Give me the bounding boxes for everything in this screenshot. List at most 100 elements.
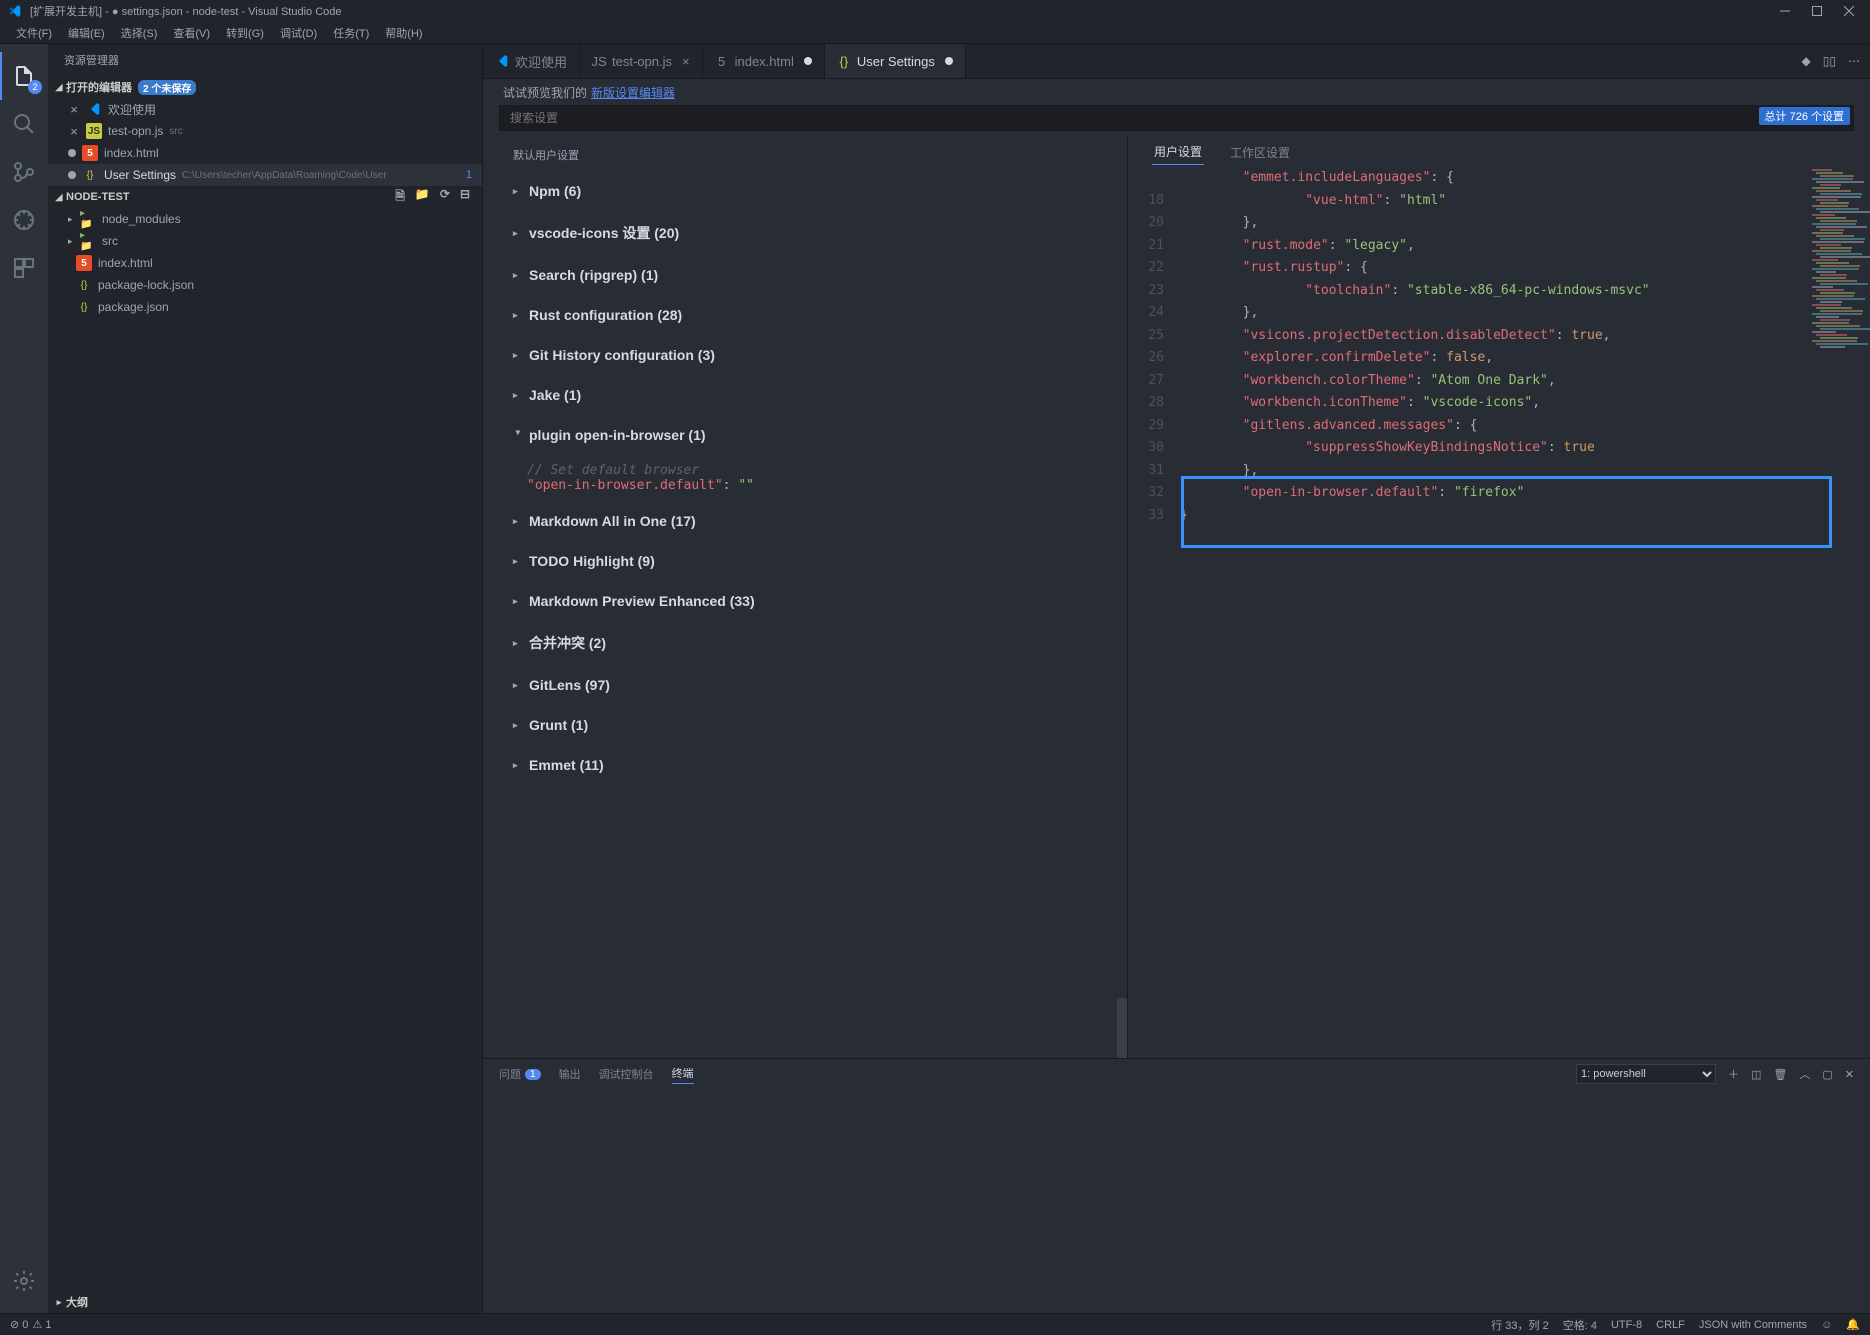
explorer-icon[interactable]: 2 [0, 52, 48, 100]
settings-section-header[interactable]: ▸TODO Highlight (9) [513, 541, 1117, 581]
settings-section-header[interactable]: ▸Emmet (11) [513, 745, 1117, 785]
menu-item[interactable]: 选择(S) [113, 23, 166, 43]
split-terminal-icon[interactable]: ◫ [1751, 1068, 1761, 1081]
code-line[interactable]: }, [1180, 460, 1870, 483]
notifications-icon[interactable]: 🔔 [1846, 1318, 1860, 1331]
line-column-status[interactable]: 行 33，列 2 [1491, 1317, 1548, 1333]
debug-icon[interactable] [0, 196, 48, 244]
settings-section-header[interactable]: ▸Markdown Preview Enhanced (33) [513, 581, 1117, 621]
close-editor-icon[interactable]: × [68, 124, 80, 139]
warnings-status[interactable]: ⚠ 1 [32, 1318, 51, 1331]
editor-tab[interactable]: {}User Settings [825, 44, 966, 78]
search-icon[interactable] [0, 100, 48, 148]
open-editor-item[interactable]: {}User SettingsC:\Users\techer\AppData\R… [48, 164, 482, 186]
eol-status[interactable]: CRLF [1656, 1319, 1685, 1331]
code-line[interactable]: } [1180, 505, 1870, 528]
panel-up-icon[interactable]: ︿ [1799, 1066, 1810, 1082]
code-line[interactable]: "rust.rustup": { [1180, 257, 1870, 280]
code-line[interactable]: "workbench.colorTheme": "Atom One Dark", [1180, 370, 1870, 393]
more-icon[interactable]: ⋯ [1848, 54, 1860, 68]
menu-item[interactable]: 查看(V) [165, 23, 218, 43]
output-tab[interactable]: 输出 [559, 1066, 581, 1082]
collapse-icon[interactable]: ⊟ [460, 187, 470, 208]
menu-item[interactable]: 编辑(E) [60, 23, 113, 43]
settings-search-input[interactable] [499, 105, 1854, 131]
open-editor-item[interactable]: ×JStest-opn.jssrc [48, 120, 482, 142]
settings-section-header[interactable]: ▸Npm (6) [513, 171, 1117, 211]
terminal-tab[interactable]: 终端 [672, 1065, 694, 1084]
settings-section-header[interactable]: ▸Jake (1) [513, 375, 1117, 415]
menu-item[interactable]: 调试(D) [272, 23, 325, 43]
settings-section-header[interactable]: ▸Git History configuration (3) [513, 335, 1117, 375]
language-status[interactable]: JSON with Comments [1699, 1319, 1807, 1331]
user-settings-tab[interactable]: 用户设置 [1152, 139, 1204, 165]
close-tab-icon[interactable]: × [682, 54, 690, 69]
file-tree-item[interactable]: ▸▸📁node_modules [48, 208, 482, 230]
settings-section-header[interactable]: ▸plugin open-in-browser (1) [513, 415, 1117, 455]
menu-item[interactable]: 帮助(H) [377, 23, 430, 43]
editor-tab[interactable]: JStest-opn.js× [580, 44, 703, 78]
settings-section-header[interactable]: ▸Grunt (1) [513, 705, 1117, 745]
open-editor-item[interactable]: ×欢迎使用 [48, 98, 482, 120]
kill-terminal-icon[interactable]: 🗑 [1773, 1068, 1787, 1081]
project-header[interactable]: ◢ NODE-TEST 🗎 📁 ⟳ ⊟ [48, 186, 482, 208]
maximize-panel-icon[interactable]: ▢ [1822, 1068, 1832, 1081]
new-terminal-icon[interactable]: ＋ [1728, 1066, 1739, 1082]
settings-section-header[interactable]: ▸GitLens (97) [513, 665, 1117, 705]
new-folder-icon[interactable]: 📁 [415, 187, 430, 208]
encoding-status[interactable]: UTF-8 [1611, 1319, 1642, 1331]
compare-icon[interactable]: ◆ [1802, 54, 1811, 68]
settings-section-header[interactable]: ▸vscode-icons 设置 (20) [513, 211, 1117, 255]
debug-console-tab[interactable]: 调试控制台 [599, 1066, 654, 1082]
outline-header[interactable]: ▸ 大纲 [48, 1291, 482, 1313]
terminal-select[interactable]: 1: powershell [1576, 1064, 1716, 1084]
file-tree-item[interactable]: ▸▸📁src [48, 230, 482, 252]
open-editor-item[interactable]: 5index.html [48, 142, 482, 164]
setting-entry[interactable]: "open-in-browser.default": "" [527, 478, 1117, 493]
problems-tab[interactable]: 问题 1 [499, 1066, 541, 1082]
maximize-button[interactable] [1810, 4, 1824, 18]
code-line[interactable]: "workbench.iconTheme": "vscode-icons", [1180, 392, 1870, 415]
editor-tab[interactable]: 5index.html [703, 44, 825, 78]
file-tree-item[interactable]: {}package.json [48, 296, 482, 318]
menu-item[interactable]: 任务(T) [325, 23, 377, 43]
scrollbar-thumb[interactable] [1117, 998, 1127, 1058]
close-button[interactable] [1842, 4, 1856, 18]
minimize-button[interactable] [1778, 4, 1792, 18]
close-panel-icon[interactable]: ✕ [1845, 1068, 1854, 1081]
file-tree-item[interactable]: {}package-lock.json [48, 274, 482, 296]
settings-section-header[interactable]: ▸Search (ripgrep) (1) [513, 255, 1117, 295]
spaces-status[interactable]: 空格: 4 [1563, 1317, 1597, 1333]
menu-item[interactable]: 转到(G) [218, 23, 272, 43]
code-line[interactable]: }, [1180, 302, 1870, 325]
source-control-icon[interactable] [0, 148, 48, 196]
new-file-icon[interactable]: 🗎 [395, 187, 405, 208]
settings-section-header[interactable]: ▸合并冲突 (2) [513, 621, 1117, 665]
code-line[interactable]: }, [1180, 212, 1870, 235]
code-line[interactable]: "emmet.includeLanguages": { [1180, 167, 1870, 190]
errors-status[interactable]: ⊘ 0 [10, 1318, 28, 1331]
feedback-icon[interactable]: ☺ [1821, 1319, 1832, 1331]
settings-json-editor[interactable]: 182021222324252627282930313233 "emmet.in… [1128, 165, 1870, 1058]
code-line[interactable]: "rust.mode": "legacy", [1180, 235, 1870, 258]
file-tree-item[interactable]: 5index.html [48, 252, 482, 274]
code-line[interactable]: "toolchain": "stable-x86_64-pc-windows-m… [1180, 280, 1870, 303]
settings-section-header[interactable]: ▸Rust configuration (28) [513, 295, 1117, 335]
new-settings-editor-link[interactable]: 新版设置编辑器 [591, 84, 675, 101]
refresh-icon[interactable]: ⟳ [440, 187, 450, 208]
workspace-settings-tab[interactable]: 工作区设置 [1228, 140, 1292, 165]
close-editor-icon[interactable]: × [68, 102, 80, 117]
editor-tab[interactable]: 欢迎使用 [483, 44, 580, 78]
settings-section-header[interactable]: ▸Markdown All in One (17) [513, 501, 1117, 541]
code-line[interactable]: "vsicons.projectDetection.disableDetect"… [1180, 325, 1870, 348]
extensions-icon[interactable] [0, 244, 48, 292]
settings-gear-icon[interactable] [0, 1257, 48, 1305]
code-line[interactable]: "open-in-browser.default": "firefox" [1180, 482, 1870, 505]
code-line[interactable]: "explorer.confirmDelete": false, [1180, 347, 1870, 370]
split-icon[interactable]: ▯▯ [1823, 54, 1836, 68]
minimap[interactable] [1812, 169, 1868, 369]
menu-item[interactable]: 文件(F) [8, 23, 60, 43]
code-line[interactable]: "suppressShowKeyBindingsNotice": true [1180, 437, 1870, 460]
code-line[interactable]: "vue-html": "html" [1180, 190, 1870, 213]
code-line[interactable]: "gitlens.advanced.messages": { [1180, 415, 1870, 438]
